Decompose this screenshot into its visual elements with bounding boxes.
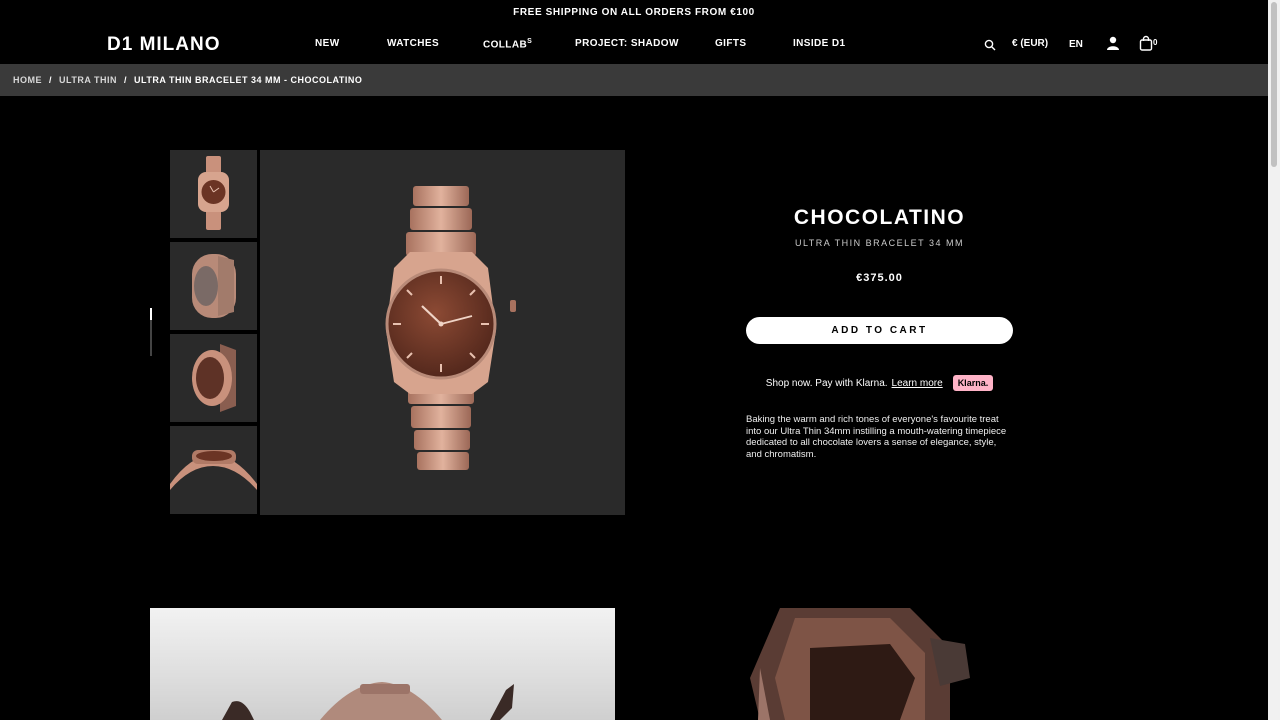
cart-icon[interactable] (1139, 35, 1153, 56)
thumbnail-scroll-thumb (150, 308, 152, 320)
breadcrumb-category[interactable]: ULTRA THIN (59, 75, 117, 85)
language-selector[interactable]: EN (1069, 39, 1083, 50)
nav-item-collabs-label: COLLAB (483, 39, 528, 51)
nav-item-gifts[interactable]: GIFTS (715, 38, 746, 49)
lifestyle-image-right (700, 608, 1030, 720)
lifestyle-image-left (150, 608, 615, 720)
product-description: Baking the warm and rich tones of everyo… (746, 414, 1007, 460)
logo[interactable]: D1 MILANO (107, 34, 221, 56)
currency-selector[interactable]: € (EUR) (1012, 38, 1048, 49)
thumbnail-scroll-indicator[interactable] (150, 308, 152, 356)
product-main-image[interactable] (260, 150, 625, 515)
nav-item-project-shadow[interactable]: PROJECT: SHADOW (575, 38, 679, 49)
nav-item-collabs[interactable]: COLLABS (483, 38, 532, 50)
product-thumbnail-front[interactable] (170, 150, 257, 238)
product-price: €375.00 (856, 272, 903, 284)
product-thumbnail-angle[interactable] (170, 334, 257, 422)
klarna-learn-more-link[interactable]: Learn more (892, 378, 943, 389)
nav-item-watches[interactable]: WATCHES (387, 38, 439, 49)
nav-item-collabs-sup: S (527, 38, 533, 45)
klarna-promo: Shop now. Pay with Klarna. Learn more Kl… (746, 373, 1013, 393)
nav-item-inside-d1[interactable]: INSIDE D1 (793, 38, 846, 49)
product-title: CHOCOLATINO (793, 206, 966, 229)
product-thumbnail-side[interactable] (170, 242, 257, 330)
breadcrumb-current: ULTRA THIN BRACELET 34 MM - CHOCOLATINO (134, 75, 363, 85)
account-icon[interactable] (1106, 36, 1120, 55)
page-scrollbar-thumb[interactable] (1271, 2, 1277, 167)
nav-item-new[interactable]: NEW (315, 38, 340, 49)
cart-count: 0 (1153, 38, 1158, 47)
page-scrollbar[interactable] (1268, 0, 1280, 720)
klarna-logo: Klarna. (952, 375, 994, 391)
site-header: D1 MILANO NEW WATCHES COLLABS PROJECT: S… (0, 24, 1268, 64)
search-icon[interactable] (984, 38, 996, 56)
add-to-cart-button[interactable]: ADD TO CART (746, 317, 1013, 344)
klarna-text: Shop now. Pay with Klarna. (765, 377, 888, 389)
breadcrumb-separator: / (124, 75, 128, 85)
product-thumbnail-profile[interactable] (170, 426, 257, 514)
breadcrumb-separator: / (49, 75, 53, 85)
product-subtitle: ULTRA THIN BRACELET 34 MM (794, 238, 965, 248)
promo-bar: FREE SHIPPING ON ALL ORDERS FROM €100 (0, 0, 1268, 24)
promo-text: FREE SHIPPING ON ALL ORDERS FROM €100 (513, 6, 755, 18)
breadcrumb: HOME / ULTRA THIN / ULTRA THIN BRACELET … (0, 64, 1268, 96)
breadcrumb-home[interactable]: HOME (13, 75, 42, 85)
